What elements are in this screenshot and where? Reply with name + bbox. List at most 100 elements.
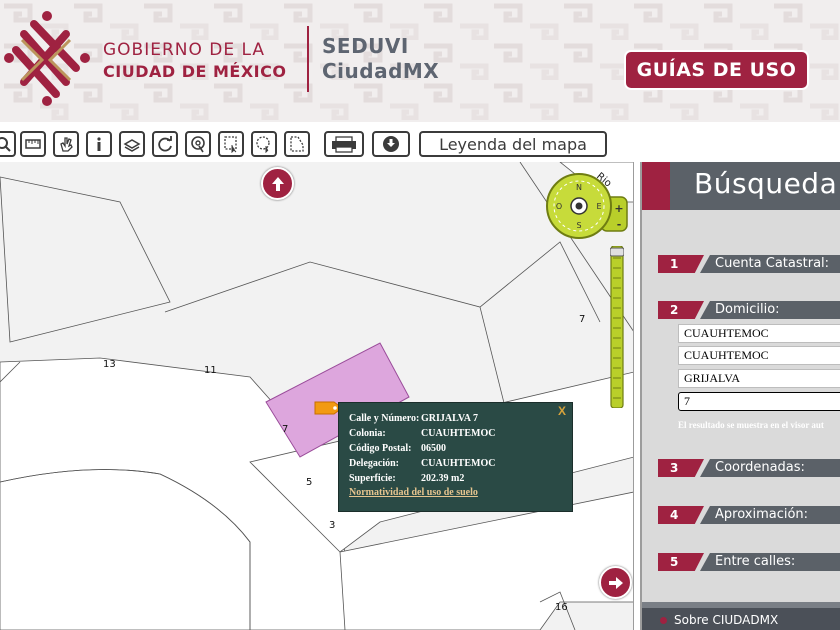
step-number: 2 bbox=[658, 301, 704, 319]
cdmx-logo bbox=[4, 11, 90, 106]
compass-control[interactable]: N S E O + - bbox=[543, 173, 629, 239]
popup-key: Calle y Número: bbox=[349, 413, 420, 424]
map-legend-button[interactable]: Leyenda del mapa bbox=[419, 131, 607, 157]
result-note: El resultado se muestra en el visor aut bbox=[678, 420, 824, 430]
lot-number: 7 bbox=[579, 314, 586, 325]
step-label: Domicilio: bbox=[700, 301, 840, 319]
print-tool-button[interactable] bbox=[324, 131, 364, 157]
measure-ruler-icon bbox=[25, 139, 41, 149]
search-step-cuenta-catastral[interactable]: 1 Cuenta Catastral: bbox=[658, 255, 840, 273]
lot-number: 7 bbox=[282, 424, 289, 435]
select-rectangle-icon bbox=[224, 136, 237, 153]
select-circle-icon bbox=[256, 136, 270, 153]
popup-key: Colonia: bbox=[349, 428, 386, 439]
arrow-right-icon bbox=[608, 576, 623, 589]
search-step-domicilio[interactable]: 2 Domicilio: bbox=[658, 301, 840, 319]
zoom-slider[interactable] bbox=[610, 246, 624, 408]
select-circle-button[interactable] bbox=[251, 131, 277, 157]
map-canvas[interactable]: Rio bbox=[0, 162, 634, 630]
guias-de-uso-button[interactable]: GUÍAS DE USO bbox=[626, 52, 807, 88]
block-outline-1 bbox=[0, 176, 171, 343]
zoom-slider-handle[interactable] bbox=[610, 247, 624, 257]
popup-value: 06500 bbox=[421, 443, 446, 454]
header-divider bbox=[307, 26, 309, 92]
select-rectangle-button[interactable] bbox=[218, 131, 244, 157]
zoom-out-button[interactable]: - bbox=[617, 218, 622, 231]
colonia-field[interactable]: CUAUHTEMOC bbox=[678, 346, 840, 365]
download-tool-button[interactable] bbox=[372, 131, 410, 157]
footer-bullet-icon bbox=[660, 617, 667, 624]
lot-number: 11 bbox=[204, 365, 217, 376]
measure-tool-button[interactable] bbox=[20, 131, 46, 157]
lot-number: 16 bbox=[555, 602, 568, 613]
step-number: 1 bbox=[658, 255, 704, 273]
refresh-icon bbox=[158, 136, 172, 152]
info-tool-button[interactable] bbox=[86, 131, 112, 157]
search-panel-header: Búsqueda bbox=[642, 162, 840, 210]
locate-tool-button[interactable] bbox=[185, 131, 211, 157]
download-icon bbox=[383, 136, 399, 152]
select-polygon-icon bbox=[290, 136, 304, 152]
popup-row: Código Postal: 06500 bbox=[349, 441, 562, 456]
print-icon bbox=[332, 136, 356, 153]
seduvi-line-1: SEDUVI bbox=[322, 34, 409, 58]
search-step-entre-calles[interactable]: 5 Entre calles: bbox=[658, 553, 840, 571]
site-header: GOBIERNO DE LA CIUDAD DE MÉXICO SEDUVI C… bbox=[0, 0, 840, 122]
numero-field[interactable]: 7 bbox=[678, 392, 840, 411]
pan-north-button[interactable] bbox=[261, 167, 294, 200]
search-step-coordenadas[interactable]: 3 Coordenadas: bbox=[658, 459, 840, 477]
lot-line-2 bbox=[479, 306, 506, 408]
step-label: Cuenta Catastral: bbox=[700, 255, 840, 273]
compass-north[interactable]: N bbox=[576, 183, 582, 192]
step-number: 5 bbox=[658, 553, 704, 571]
select-polygon-button[interactable] bbox=[284, 131, 310, 157]
arrow-up-icon bbox=[271, 176, 284, 191]
land-use-regulation-link[interactable]: Normatividad del uso de suelo bbox=[349, 487, 562, 498]
popup-row: Delegación: CUAUHTEMOC bbox=[349, 456, 562, 471]
header-accent-bar bbox=[642, 162, 670, 210]
panel-footer: Sobre CIUDADMX bbox=[642, 602, 840, 630]
step-number: 3 bbox=[658, 459, 704, 477]
about-ciudadmx-link[interactable]: Sobre CIUDADMX bbox=[674, 613, 778, 627]
popup-key: Código Postal: bbox=[349, 443, 412, 454]
lot-number: 3 bbox=[329, 520, 336, 531]
locate-icon bbox=[191, 136, 205, 153]
zoom-tool-button[interactable] bbox=[0, 131, 16, 157]
popup-value: CUAUHTEMOC bbox=[421, 428, 496, 439]
parcel-info-popup: X Calle y Número: GRIJALVA 7 Colonia: CUAU… bbox=[338, 402, 573, 512]
pan-east-button[interactable] bbox=[599, 566, 632, 599]
layers-icon bbox=[123, 139, 141, 152]
popup-key: Superficie: bbox=[349, 473, 396, 484]
government-name: GOBIERNO DE LA CIUDAD DE MÉXICO bbox=[103, 40, 286, 82]
popup-row: Superficie: 202.39 m2 bbox=[349, 471, 562, 486]
step-label: Coordenadas: bbox=[700, 459, 840, 477]
search-panel-title: Búsqueda bbox=[694, 167, 838, 200]
popup-value: GRIJALVA 7 bbox=[421, 413, 478, 424]
app-window: GOBIERNO DE LA CIUDAD DE MÉXICO SEDUVI C… bbox=[0, 0, 840, 630]
search-step-aproximacion[interactable]: 4 Aproximación: bbox=[658, 506, 840, 524]
gov-line-1: GOBIERNO DE LA bbox=[103, 40, 266, 60]
refresh-tool-button[interactable] bbox=[152, 131, 178, 157]
hand-pan-icon bbox=[60, 137, 73, 152]
pan-tool-button[interactable] bbox=[53, 131, 79, 157]
calle-field[interactable]: GRIJALVA bbox=[678, 369, 840, 388]
popup-key: Delegación: bbox=[349, 458, 399, 469]
popup-row: Calle y Número: GRIJALVA 7 bbox=[349, 411, 562, 426]
compass-dot bbox=[575, 202, 583, 210]
step-number: 4 bbox=[658, 506, 704, 524]
map-viewer[interactable]: Rio 13 11 7 5 3 7 16 N S E O + - X Calle… bbox=[0, 162, 634, 630]
compass-west[interactable]: O bbox=[556, 202, 562, 211]
compass-south[interactable]: S bbox=[576, 221, 581, 230]
compass-east[interactable]: E bbox=[596, 202, 601, 211]
zoom-icon bbox=[0, 137, 11, 152]
popup-row: Colonia: CUAUHTEMOC bbox=[349, 426, 562, 441]
step-label: Entre calles: bbox=[700, 553, 840, 571]
lot-number: 5 bbox=[306, 477, 313, 488]
popup-close-button[interactable]: X bbox=[558, 404, 566, 418]
zoom-in-button[interactable]: + bbox=[614, 202, 623, 215]
layers-tool-button[interactable] bbox=[119, 131, 145, 157]
info-icon bbox=[97, 137, 101, 151]
map-toolbar: Leyenda del mapa bbox=[0, 122, 840, 162]
delegacion-field[interactable]: CUAUHTEMOC bbox=[678, 324, 840, 343]
step-label: Aproximación: bbox=[700, 506, 840, 524]
